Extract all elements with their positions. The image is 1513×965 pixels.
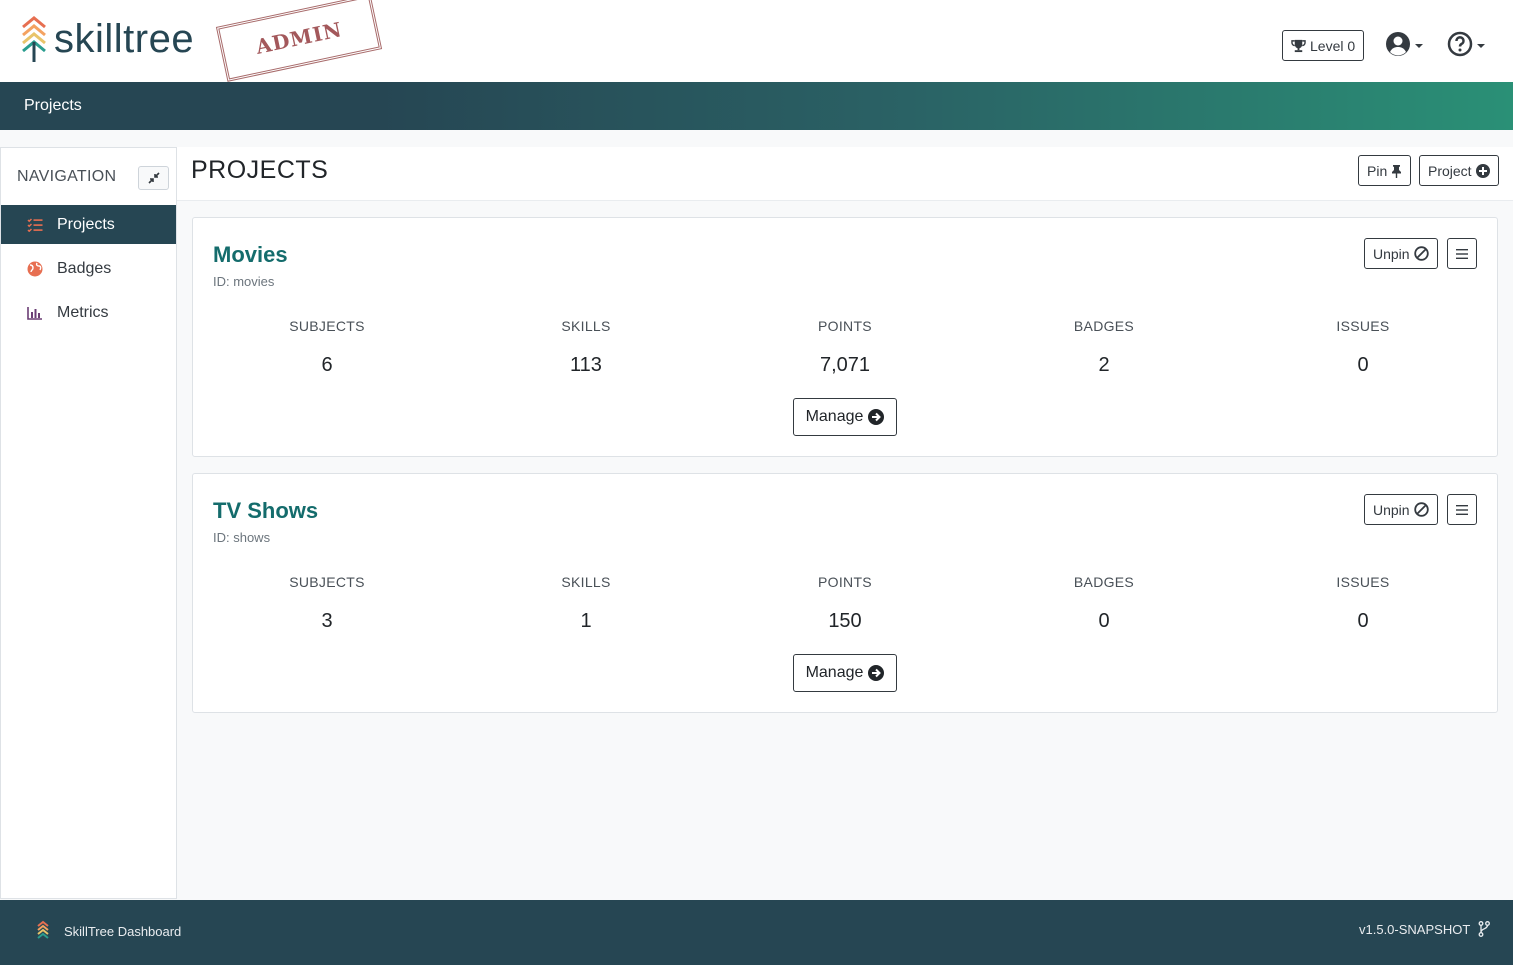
manage-label: Manage	[805, 664, 864, 681]
stat-label: POINTS	[818, 574, 872, 590]
stat-label: SUBJECTS	[289, 574, 365, 590]
unpin-button[interactable]: Unpin	[1364, 494, 1438, 525]
admin-stamp: ADMIN	[215, 0, 383, 82]
bars-icon	[1456, 504, 1468, 515]
plus-circle-icon	[1475, 163, 1490, 178]
sidebar-item-label: Badges	[57, 259, 112, 277]
stat-value: 6	[321, 354, 333, 376]
stat-issues: ISSUES 0	[1263, 574, 1463, 633]
manage-label: Manage	[805, 408, 864, 425]
footer-app-name: SkillTree Dashboard	[64, 923, 182, 939]
stat-value: 3	[321, 610, 333, 632]
sidebar-navigation: NAVIGATION Projects Badges Metrics	[0, 147, 177, 899]
sidebar-item-badges[interactable]: Badges	[1, 249, 176, 288]
new-project-label: Project	[1428, 162, 1472, 179]
arrow-circle-right-icon	[868, 409, 885, 425]
pin-projects-button[interactable]: Pin	[1358, 155, 1412, 186]
level-button[interactable]: Level 0	[1282, 30, 1365, 61]
project-id: ID: movies	[213, 274, 275, 289]
sidebar-item-metrics[interactable]: Metrics	[1, 293, 176, 332]
project-id: ID: shows	[213, 530, 271, 545]
stat-label: BADGES	[1073, 574, 1135, 590]
tree-logo-icon	[37, 920, 49, 939]
ban-icon	[1413, 502, 1429, 517]
logo-text: skilltree	[54, 17, 195, 61]
sidebar-item-label: Metrics	[57, 303, 109, 321]
admin-stamp-text: ADMIN	[253, 17, 345, 59]
thumbtack-icon	[1392, 164, 1402, 178]
code-branch-icon	[1478, 921, 1491, 937]
help-menu[interactable]	[1447, 31, 1485, 57]
stat-value: 2	[1098, 354, 1110, 376]
tree-logo-icon	[22, 16, 46, 62]
stat-label: ISSUES	[1336, 318, 1390, 334]
chevron-down-icon	[1477, 44, 1485, 48]
stat-label: SKILLS	[561, 318, 611, 334]
stat-value: 1	[580, 610, 592, 632]
stat-value: 0	[1357, 354, 1369, 376]
new-project-button[interactable]: Project	[1419, 155, 1499, 186]
page-header: PROJECTS Pin Project	[177, 147, 1513, 201]
user-circle-icon	[1386, 32, 1410, 56]
user-menu[interactable]	[1385, 31, 1423, 57]
project-card-tv-shows: TV Shows ID: shows Unpin SUBJECTS 3 SKIL…	[192, 473, 1498, 713]
tasks-icon	[25, 217, 45, 232]
compress-arrows-icon	[147, 172, 160, 184]
pin-label: Pin	[1367, 162, 1388, 179]
collapse-nav-button[interactable]	[138, 166, 169, 190]
stat-label: POINTS	[818, 318, 872, 334]
project-title[interactable]: TV Shows	[213, 498, 318, 524]
project-card-movies: Movies ID: movies Unpin SUBJECTS 6 SKILL…	[192, 217, 1498, 457]
breadcrumb: Projects	[0, 82, 1513, 130]
project-menu-button[interactable]	[1447, 238, 1477, 269]
stat-value: 150	[828, 610, 862, 632]
stat-subjects: SUBJECTS 3	[227, 574, 427, 633]
version-label: v1.5.0-SNAPSHOT	[1359, 921, 1471, 937]
manage-button[interactable]: Manage	[793, 654, 897, 692]
stat-label: SUBJECTS	[289, 318, 365, 334]
stat-label: BADGES	[1073, 318, 1135, 334]
stat-value: 0	[1098, 610, 1110, 632]
trophy-icon	[1291, 39, 1306, 52]
navigation-title: NAVIGATION	[17, 168, 117, 185]
sidebar-item-label: Projects	[57, 215, 115, 233]
stat-issues: ISSUES 0	[1263, 318, 1463, 377]
unpin-label: Unpin	[1373, 501, 1410, 518]
project-title[interactable]: Movies	[213, 242, 288, 268]
sidebar-item-projects[interactable]: Projects	[1, 205, 176, 244]
breadcrumb-current: Projects	[24, 97, 82, 114]
stat-points: POINTS 7,071	[745, 318, 945, 377]
footer-brand: SkillTree Dashboard	[36, 920, 181, 942]
stat-points: POINTS 150	[745, 574, 945, 633]
question-circle-icon	[1447, 31, 1473, 57]
footer-version[interactable]: v1.5.0-SNAPSHOT	[1359, 921, 1491, 937]
stat-badges: BADGES 2	[1004, 318, 1204, 377]
unpin-label: Unpin	[1373, 245, 1410, 262]
level-label: Level 0	[1310, 37, 1356, 54]
skilltree-logo[interactable]: skilltree	[20, 14, 194, 64]
stat-skills: SKILLS 1	[486, 574, 686, 633]
arrow-circle-right-icon	[868, 665, 885, 681]
stat-value: 113	[570, 354, 602, 376]
bars-icon	[1456, 248, 1468, 259]
stat-subjects: SUBJECTS 6	[227, 318, 427, 377]
globe-icon	[25, 261, 45, 277]
manage-button[interactable]: Manage	[793, 398, 897, 436]
stat-label: SKILLS	[561, 574, 611, 590]
top-header: skilltree ADMIN Level 0	[0, 0, 1513, 82]
stat-value: 0	[1357, 610, 1369, 632]
page-title: PROJECTS	[191, 156, 329, 184]
ban-icon	[1413, 246, 1429, 261]
chart-bar-icon	[25, 306, 45, 320]
unpin-button[interactable]: Unpin	[1364, 238, 1438, 269]
stat-value: 7,071	[819, 354, 871, 376]
stat-label: ISSUES	[1336, 574, 1390, 590]
chevron-down-icon	[1415, 44, 1423, 48]
project-menu-button[interactable]	[1447, 494, 1477, 525]
stat-skills: SKILLS 113	[486, 318, 686, 377]
stat-badges: BADGES 0	[1004, 574, 1204, 633]
page-footer: SkillTree Dashboard v1.5.0-SNAPSHOT	[0, 900, 1513, 965]
